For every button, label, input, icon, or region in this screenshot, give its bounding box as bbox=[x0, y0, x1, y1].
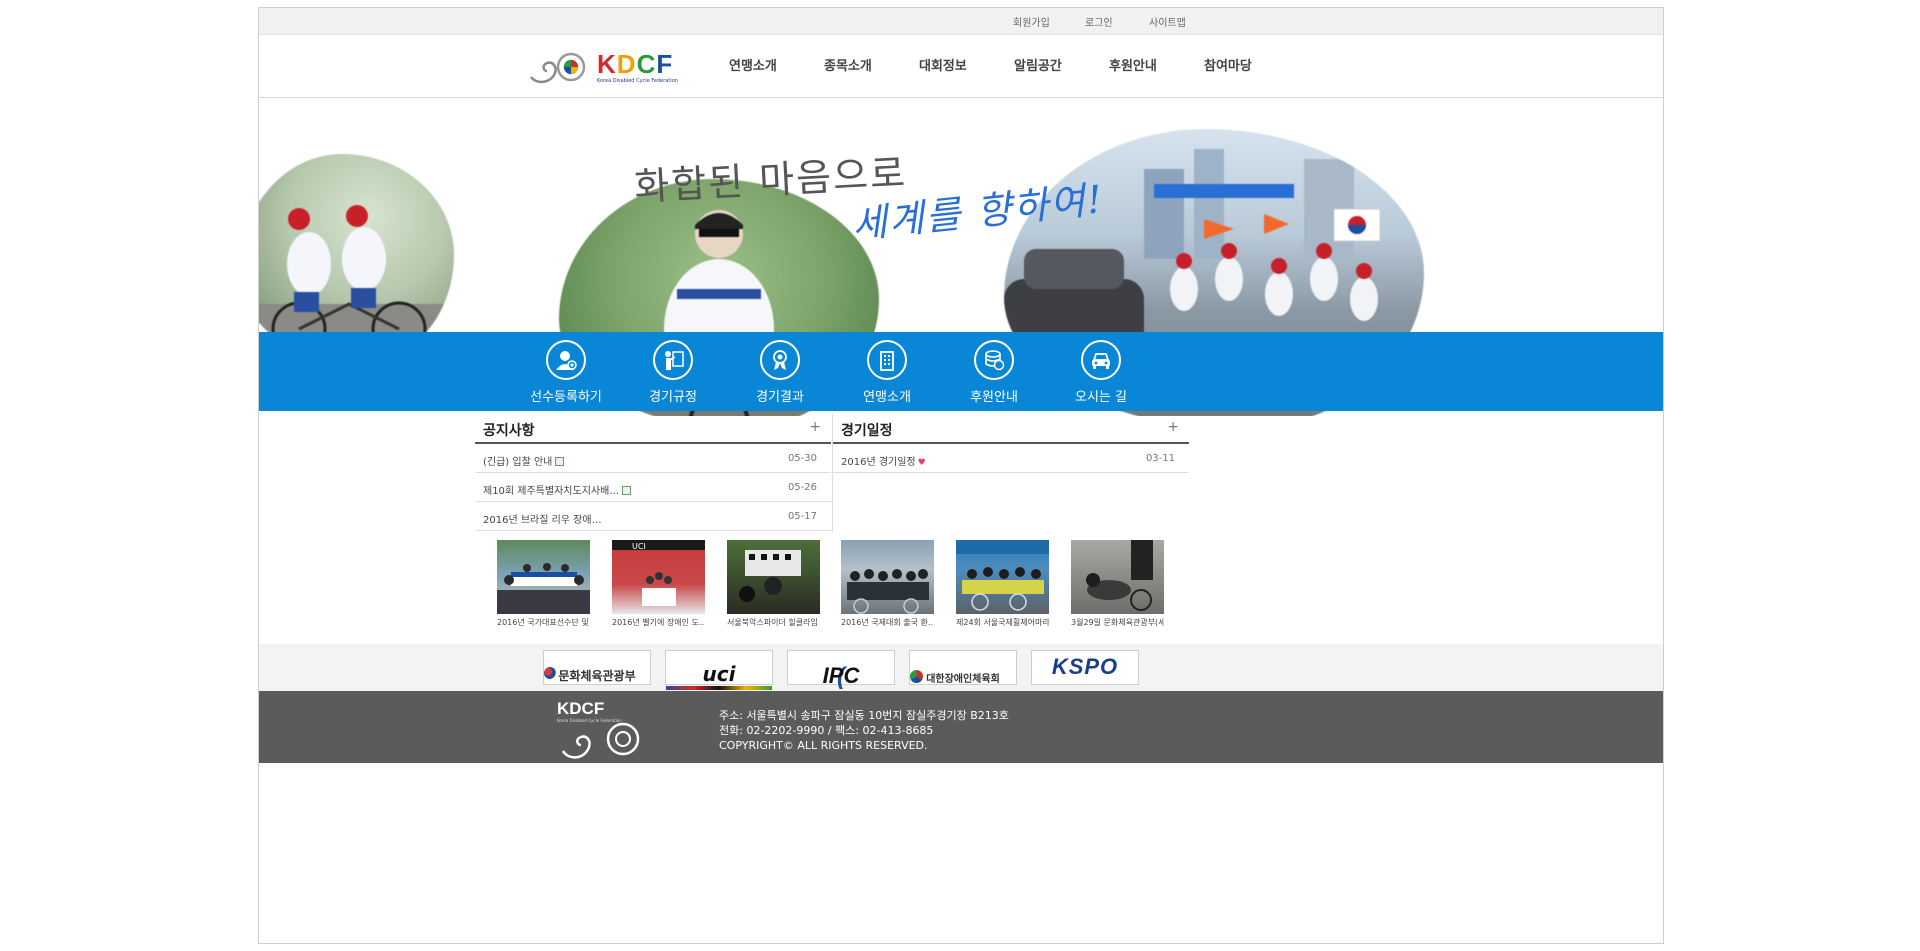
gallery-item[interactable]: UCI 2016년 벨기에 장애인 도… bbox=[612, 540, 705, 628]
gallery-item[interactable]: 서울북악스파이더 힐클라임 bbox=[727, 540, 820, 628]
quick-item-label: 경기규정 bbox=[649, 390, 697, 405]
attachment-icon bbox=[555, 457, 565, 466]
schedule-item-title[interactable]: 2016년 경기일정 bbox=[841, 457, 916, 468]
nav-item-notice[interactable]: 알림공간 bbox=[1014, 35, 1109, 98]
schedule-board: 경기일정 + 2016년 경기일정 ♥ 03-11 bbox=[833, 414, 1189, 473]
sponsor-kspo[interactable]: KSPO bbox=[1031, 650, 1139, 685]
notice-item-title[interactable]: 제10회 제주특별자치도지사배… bbox=[483, 486, 619, 497]
quick-item-label: 후원안내 bbox=[970, 390, 1018, 405]
footer-logo: KDCF Korea Disabled Cycle Federation bbox=[557, 699, 647, 759]
quick-item-label: 선수등록하기 bbox=[530, 390, 602, 405]
sponsor-label: KSPO bbox=[1051, 654, 1119, 679]
page-frame: 회원가입 로그인 사이트맵 KDCF Korea Disabled Cycle … bbox=[258, 7, 1664, 944]
list-item[interactable]: (긴급) 입찰 안내 05-30 bbox=[475, 444, 831, 473]
footer-info: 주소: 서울특별시 송파구 잠실동 10번지 잠실주경기장 B213호 전화: … bbox=[719, 708, 1009, 753]
sponsor-mcst[interactable]: 문화체육관광부 bbox=[543, 650, 651, 685]
list-item[interactable]: 2016년 브라질 리우 장애… 05-17 bbox=[475, 502, 831, 531]
gallery-item[interactable]: 2016년 국가대표선수단 및 bbox=[497, 540, 590, 628]
gallery-thumb[interactable] bbox=[727, 540, 820, 614]
site-logo[interactable]: KDCF Korea Disabled Cycle Federation bbox=[527, 45, 697, 89]
gallery-thumb[interactable]: UCI bbox=[612, 540, 705, 614]
schedule-more-button[interactable]: + bbox=[1167, 419, 1179, 435]
logo-subtitle: Korea Disabled Cycle Federation bbox=[597, 78, 678, 84]
quick-item-register[interactable]: 선수등록하기 bbox=[516, 340, 616, 405]
notice-board: 공지사항 + (긴급) 입찰 안내 05-30 제10회 제주특별자치도지사배…… bbox=[475, 414, 831, 531]
notice-item-date: 05-26 bbox=[787, 482, 817, 493]
quick-item-label: 경기결과 bbox=[756, 390, 804, 405]
footer-address: 주소: 서울특별시 송파구 잠실동 10번지 잠실주경기장 B213호 bbox=[719, 709, 1009, 722]
gallery-caption: 제24회 서울국제휠체어마라 bbox=[956, 618, 1049, 627]
car-icon bbox=[1081, 340, 1121, 380]
gallery-caption: 서울북악스파이더 힐클라임 bbox=[727, 618, 818, 627]
sponsor-bar: 문화체육관광부 uci (IPC 대한장애인체육회 KSPO bbox=[259, 644, 1663, 691]
notice-item-title[interactable]: 2016년 브라질 리우 장애… bbox=[483, 515, 602, 526]
gallery-thumb[interactable] bbox=[497, 540, 590, 614]
gallery-caption: 2016년 벨기에 장애인 도… bbox=[612, 618, 705, 627]
gallery-thumb[interactable] bbox=[956, 540, 1049, 614]
medal-icon bbox=[760, 340, 800, 380]
quick-item-sponsor[interactable]: 후원안내 bbox=[944, 340, 1044, 405]
quick-item-label: 연맹소개 bbox=[863, 390, 911, 405]
photo-gallery: 2016년 국가대표선수단 및 UCI 2016년 벨기에 장애인 도… 서울북… bbox=[497, 540, 1177, 630]
logo-wordmark: KDCF bbox=[597, 49, 674, 79]
footer-copyright: COPYRIGHT© ALL RIGHTS RESERVED. bbox=[719, 739, 928, 752]
login-link[interactable]: 로그인 bbox=[1085, 14, 1113, 29]
gallery-caption: 2016년 국가대표선수단 및 bbox=[497, 618, 589, 627]
sponsor-kpc[interactable]: 대한장애인체육회 bbox=[909, 650, 1017, 685]
gallery-item[interactable]: 3월29일 문화체육관광부(세 bbox=[1071, 540, 1164, 628]
heart-icon: ♥ bbox=[917, 458, 926, 468]
utility-bar: 회원가입 로그인 사이트맵 bbox=[259, 8, 1663, 35]
nav-item-federation[interactable]: 연맹소개 bbox=[729, 35, 824, 98]
list-item[interactable]: 2016년 경기일정 ♥ 03-11 bbox=[833, 444, 1189, 473]
gallery-thumb[interactable] bbox=[841, 540, 934, 614]
notice-item-date: 05-17 bbox=[787, 511, 817, 522]
building-icon bbox=[867, 340, 907, 380]
schedule-item-date: 03-11 bbox=[1145, 453, 1175, 464]
notice-more-button[interactable]: + bbox=[809, 419, 821, 435]
nav-item-event-intro[interactable]: 종목소개 bbox=[824, 35, 919, 98]
gallery-caption: 3월29일 문화체육관광부(세 bbox=[1071, 618, 1164, 627]
gallery-thumb[interactable] bbox=[1071, 540, 1164, 614]
quick-item-directions[interactable]: 오시는 길 bbox=[1051, 340, 1151, 405]
attachment-icon bbox=[622, 486, 632, 495]
nav-item-sponsor[interactable]: 후원안내 bbox=[1109, 35, 1204, 98]
quick-item-rules[interactable]: 경기규정 bbox=[623, 340, 723, 405]
rules-icon bbox=[653, 340, 693, 380]
footer-logo-text: KDCF bbox=[557, 699, 605, 718]
main-nav: 연맹소개 종목소개 대회정보 알림공간 후원안내 참여마당 bbox=[729, 35, 1299, 98]
header: KDCF Korea Disabled Cycle Federation 연맹소… bbox=[259, 35, 1663, 98]
user-add-icon bbox=[546, 340, 586, 380]
schedule-board-header: 경기일정 + bbox=[833, 414, 1189, 444]
quick-menu: 선수등록하기 경기규정 경기결과 연맹소개 후원안내 오시는 길 bbox=[259, 332, 1663, 411]
footer-phone: 전화: 02-2202-9990 / 팩스: 02-413-8685 bbox=[719, 724, 934, 737]
notice-board-title: 공지사항 bbox=[483, 423, 535, 439]
sponsor-ipc[interactable]: (IPC bbox=[787, 650, 895, 690]
gallery-item[interactable]: 제24회 서울국제휠체어마라 bbox=[956, 540, 1049, 628]
signup-link[interactable]: 회원가입 bbox=[1013, 14, 1050, 29]
quick-item-label: 오시는 길 bbox=[1075, 390, 1127, 405]
logo-swirl-icon bbox=[530, 52, 586, 84]
sponsor-uci[interactable]: uci bbox=[665, 650, 773, 690]
nav-item-participation[interactable]: 참여마당 bbox=[1204, 35, 1299, 98]
gallery-item[interactable]: 2016년 국제대회 출국 환… bbox=[841, 540, 934, 628]
footer: KDCF Korea Disabled Cycle Federation 주소:… bbox=[259, 691, 1663, 763]
quick-item-federation[interactable]: 연맹소개 bbox=[837, 340, 937, 405]
gallery-caption: 2016년 국제대회 출국 환… bbox=[841, 618, 934, 627]
list-item[interactable]: 제10회 제주특별자치도지사배… 05-26 bbox=[475, 473, 831, 502]
sitemap-link[interactable]: 사이트맵 bbox=[1149, 14, 1186, 29]
svg-text:UCI: UCI bbox=[632, 542, 646, 551]
donation-icon bbox=[974, 340, 1014, 380]
quick-item-results[interactable]: 경기결과 bbox=[730, 340, 830, 405]
notice-board-header: 공지사항 + bbox=[475, 414, 831, 444]
footer-swirl-icon bbox=[561, 722, 640, 759]
notice-item-date: 05-30 bbox=[787, 453, 817, 464]
schedule-board-title: 경기일정 bbox=[841, 423, 893, 439]
nav-item-competition[interactable]: 대회정보 bbox=[919, 35, 1014, 98]
notice-item-title[interactable]: (긴급) 입찰 안내 bbox=[483, 457, 552, 468]
